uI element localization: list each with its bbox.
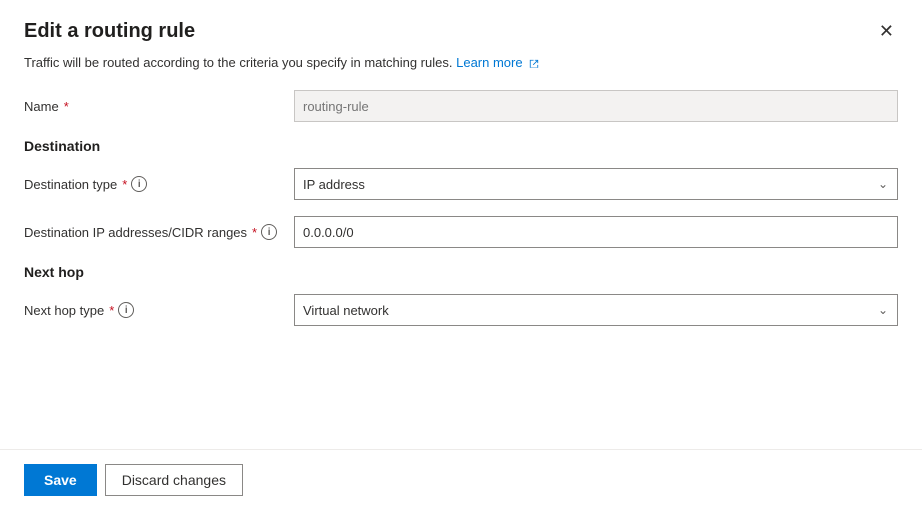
name-required: * (64, 99, 69, 114)
next-hop-type-row: Next hop type * i Virtual network VNet p… (24, 294, 898, 326)
close-button[interactable]: ✕ (875, 20, 898, 42)
destination-ip-required: * (252, 225, 257, 240)
name-input[interactable] (294, 90, 898, 122)
dialog-title: Edit a routing rule (24, 20, 195, 43)
discard-changes-button[interactable]: Discard changes (105, 464, 243, 496)
next-hop-type-info-icon[interactable]: i (118, 302, 134, 318)
external-link-icon (529, 59, 539, 69)
save-button[interactable]: Save (24, 464, 97, 496)
dialog-footer: Save Discard changes (0, 449, 922, 510)
destination-type-required: * (122, 177, 127, 192)
next-hop-type-select[interactable]: Virtual network VNet peering Internet Vi… (294, 294, 898, 326)
destination-ip-row: Destination IP addresses/CIDR ranges * i (24, 216, 898, 248)
next-hop-type-field-container: Virtual network VNet peering Internet Vi… (294, 294, 898, 326)
info-text: Traffic will be routed according to the … (24, 55, 898, 70)
next-hop-section-heading: Next hop (24, 264, 898, 280)
destination-type-field-container: IP address Virtual network Internet None… (294, 168, 898, 200)
destination-ip-label: Destination IP addresses/CIDR ranges * i (24, 224, 294, 240)
edit-routing-rule-dialog: Edit a routing rule ✕ Traffic will be ro… (0, 0, 922, 510)
destination-type-label: Destination type * i (24, 176, 294, 192)
name-row: Name * (24, 90, 898, 122)
destination-ip-field-container (294, 216, 898, 248)
next-hop-type-required: * (109, 303, 114, 318)
dialog-body: Traffic will be routed according to the … (0, 55, 922, 449)
learn-more-link[interactable]: Learn more (456, 55, 539, 70)
destination-type-row: Destination type * i IP address Virtual … (24, 168, 898, 200)
destination-section-heading: Destination (24, 138, 898, 154)
destination-ip-info-icon[interactable]: i (261, 224, 277, 240)
dialog-header: Edit a routing rule ✕ (0, 0, 922, 55)
destination-ip-input[interactable] (294, 216, 898, 248)
next-hop-type-label: Next hop type * i (24, 302, 294, 318)
destination-type-select[interactable]: IP address Virtual network Internet None (294, 168, 898, 200)
name-label: Name * (24, 99, 294, 114)
name-field-container (294, 90, 898, 122)
destination-type-info-icon[interactable]: i (131, 176, 147, 192)
